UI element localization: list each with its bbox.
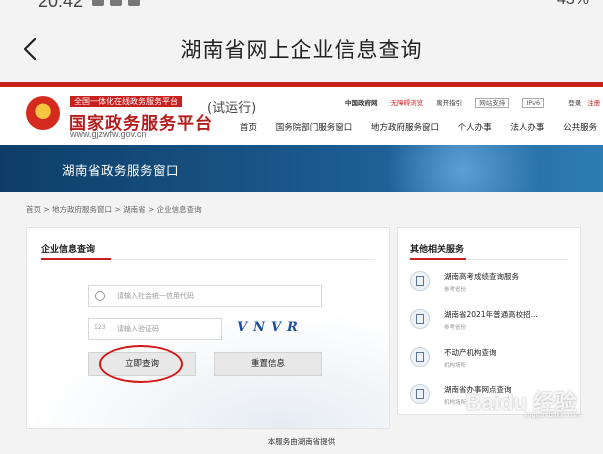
nav-personal[interactable]: 个人办事	[458, 123, 492, 133]
app-header: 湖南省网上企业信息查询	[0, 14, 603, 82]
top-links: 中国政府网 无障碍浏览 离开指引 网站支持 IPv6 登录 注册	[345, 97, 600, 108]
status-bar: 20:42 43%	[0, 0, 603, 14]
national-emblem-icon	[26, 96, 60, 130]
nav-legal-person[interactable]: 法人办事	[510, 123, 544, 133]
service-name: 湖南高考成绩查询服务	[444, 272, 519, 281]
footer-note: 本服务由湖南省提供	[267, 437, 336, 446]
captcha-image[interactable]: VNVR	[237, 320, 304, 335]
service-category: 参考省份	[444, 325, 467, 331]
location-icon	[410, 384, 430, 404]
banner-title: 湖南省政务服务窗口	[62, 163, 180, 178]
chat-icon	[128, 0, 140, 6]
title-divider	[111, 259, 375, 260]
query-button[interactable]: 立即查询	[88, 352, 196, 376]
banner-decoration	[363, 145, 563, 192]
site-support-link[interactable]: 网站支持	[475, 98, 510, 108]
service-category: 机构场所	[444, 363, 467, 369]
ipv6-badge: IPv6	[522, 98, 545, 108]
card-title: 企业信息查询	[41, 245, 96, 255]
captcha-icon: 123	[94, 324, 106, 331]
site-header: 全国一体化在线政务服务平台 国家政务服务平台 www.gjzwfw.gov.cn…	[0, 87, 603, 145]
title-underline	[41, 258, 111, 260]
status-time: 20:42	[38, 0, 84, 11]
service-name: 湖南省2021年普通高校招...	[444, 310, 538, 319]
service-item[interactable]: 湖南高考成绩查询服务 参考省份	[410, 268, 574, 302]
accessibility-link[interactable]: 无障碍浏览	[391, 99, 424, 107]
breadcrumb[interactable]: 首页 > 地方政府服务窗口 > 湖南省 > 企业信息查询	[26, 204, 202, 215]
service-name: 不动产机构查询	[444, 348, 497, 357]
notification-icon	[92, 0, 104, 6]
service-category: 机构场所	[444, 400, 467, 406]
id-icon	[95, 291, 105, 301]
trial-label: (试运行)	[207, 101, 257, 116]
region-banner: 湖南省政务服务窗口	[0, 145, 603, 192]
notification-icon	[110, 0, 122, 6]
page-title: 湖南省网上企业信息查询	[180, 38, 423, 62]
service-item[interactable]: 湖南省2021年普通高校招... 参考省份	[410, 306, 574, 340]
nav-home[interactable]: 首页	[240, 123, 257, 133]
side-panel-title: 其他相关服务	[410, 245, 465, 255]
main-nav: 首页 国务院部门服务窗口 地方政府服务窗口 个人办事 法人办事 公共服务	[240, 121, 597, 133]
title-divider	[466, 259, 568, 260]
login-link[interactable]: 登录	[568, 99, 581, 107]
gov-portal-link[interactable]: 中国政府网	[345, 99, 378, 107]
site-slogan: 全国一体化在线政务服务平台	[70, 96, 182, 107]
nav-local-government[interactable]: 地方政府服务窗口	[371, 123, 439, 133]
title-underline	[410, 258, 466, 260]
document-icon	[410, 309, 430, 329]
captcha-input[interactable]: 123 请输入验证码	[88, 318, 222, 340]
site-url: www.gjzwfw.gov.cn	[70, 129, 147, 139]
register-link[interactable]: 注册	[587, 99, 600, 107]
credit-code-input[interactable]: 请输入社会统一信用代码	[88, 285, 322, 307]
service-item[interactable]: 不动产机构查询 机构场所	[410, 344, 574, 378]
watermark-url: jingyan.baidu.com	[524, 412, 581, 419]
credit-code-placeholder: 请输入社会统一信用代码	[117, 292, 194, 300]
graduation-cap-icon	[410, 271, 430, 291]
guide-link[interactable]: 离开指引	[436, 99, 462, 107]
captcha-placeholder: 请输入验证码	[117, 325, 159, 333]
battery-level: 43%	[557, 0, 589, 9]
enterprise-query-card: 企业信息查询 请输入社会统一信用代码 123 请输入验证码 VNVR 立即查询 …	[26, 227, 390, 429]
reset-button[interactable]: 重置信息	[214, 352, 322, 376]
nav-state-council[interactable]: 国务院部门服务窗口	[276, 123, 353, 133]
nav-public-service[interactable]: 公共服务	[563, 123, 597, 133]
building-icon	[410, 347, 430, 367]
service-category: 参考省份	[444, 287, 467, 293]
